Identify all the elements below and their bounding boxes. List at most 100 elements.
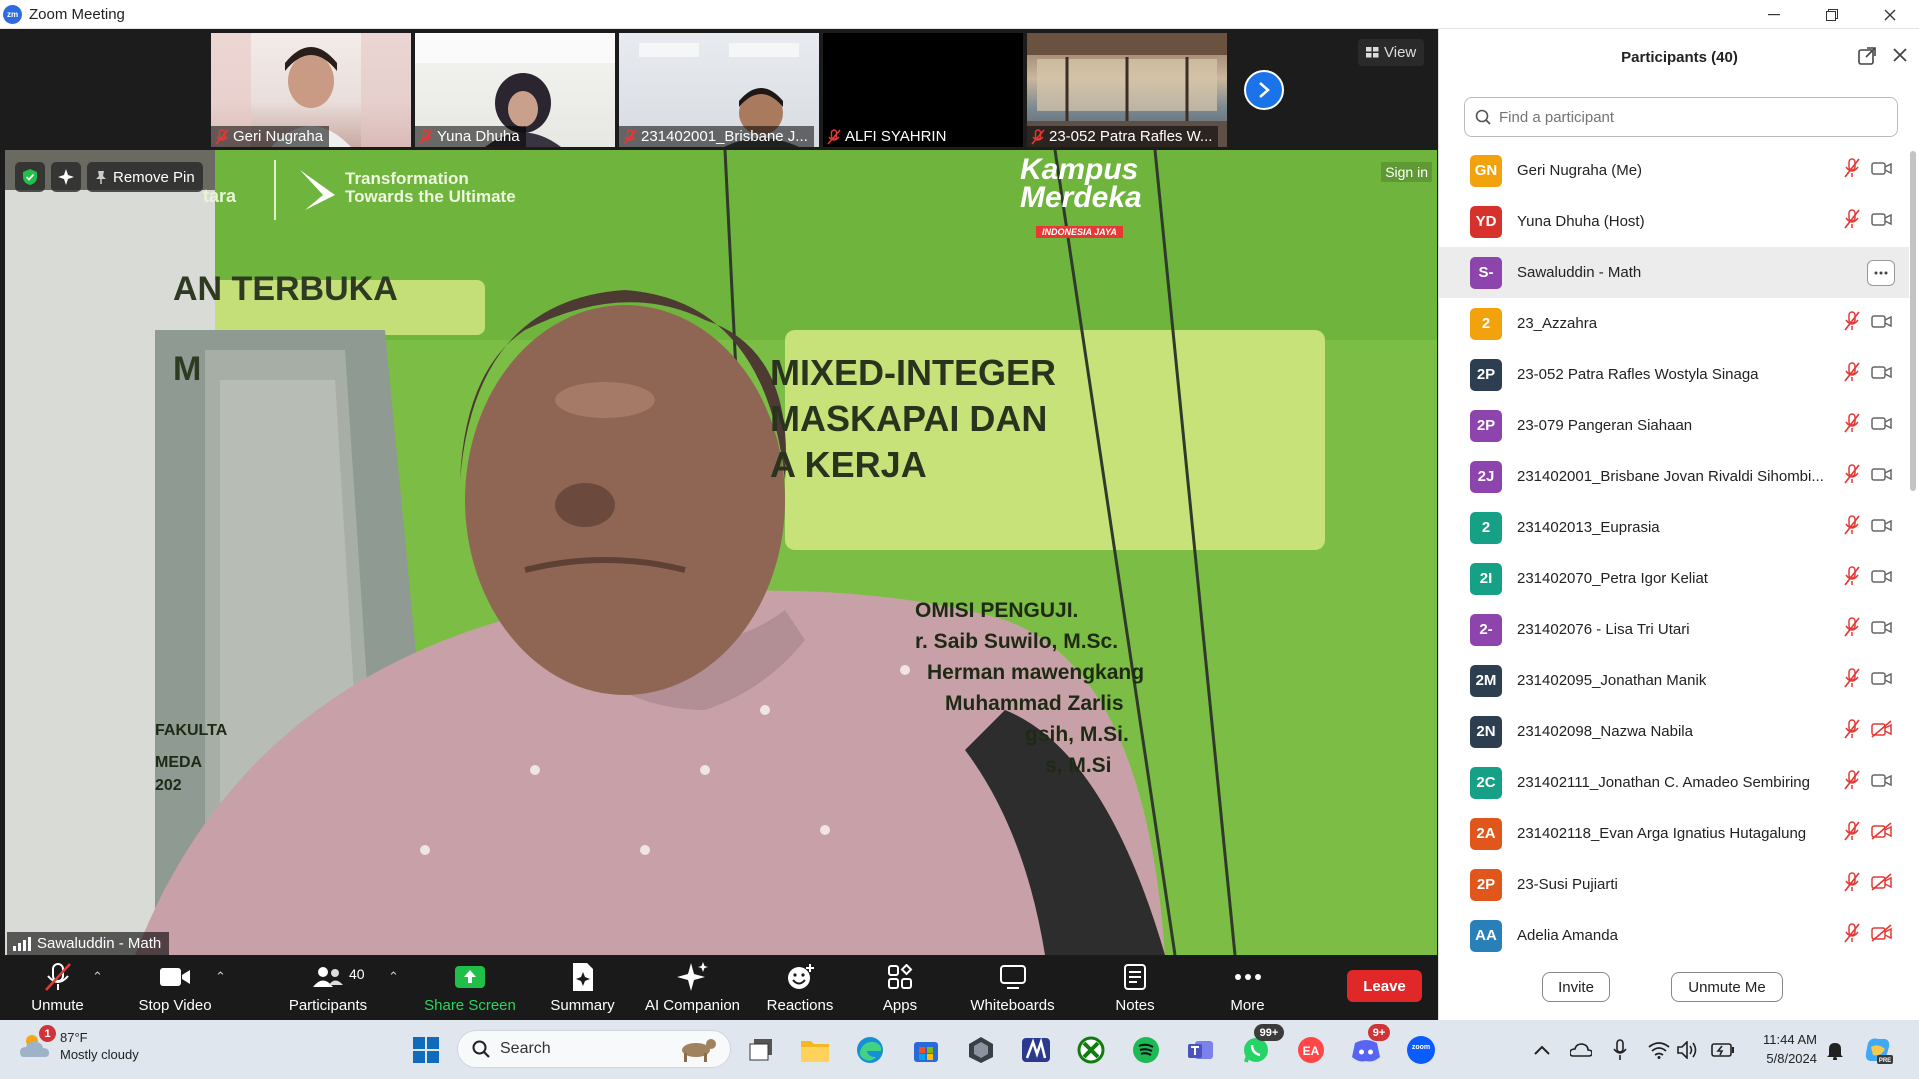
close-icon[interactable] xyxy=(1892,47,1908,70)
participant-more-button[interactable] xyxy=(1867,259,1895,286)
unmute-options-caret[interactable]: ⌃ xyxy=(92,969,103,985)
ai-sparkle-icon[interactable] xyxy=(51,162,81,192)
participant-row[interactable]: S- Sawaluddin - Math xyxy=(1439,247,1909,298)
participant-row[interactable]: 2A 231402118_Evan Arga Ignatius Hutagalun… xyxy=(1439,808,1909,859)
video-off-icon[interactable] xyxy=(1871,822,1893,845)
battery-charging-icon[interactable] xyxy=(1705,1032,1741,1068)
main-speaker-video[interactable]: tara Transformation Towards the Ultimate… xyxy=(5,150,1437,955)
video-camera-icon[interactable] xyxy=(1871,771,1893,794)
minimize-icon[interactable] xyxy=(1745,0,1803,29)
unmute-button[interactable]: Unmute xyxy=(20,955,95,1020)
participant-row[interactable]: 2P 23-079 Pangeran Siahaan xyxy=(1439,400,1909,451)
microsoft-store-icon[interactable] xyxy=(908,1032,944,1068)
summary-button[interactable]: Summary xyxy=(540,955,625,1020)
participant-row[interactable]: 2 23_Azzahra xyxy=(1439,298,1909,349)
participant-row[interactable]: 2M 231402095_Jonathan Manik xyxy=(1439,655,1909,706)
mic-muted-icon[interactable] xyxy=(1843,872,1861,897)
video-camera-icon[interactable] xyxy=(1871,414,1893,437)
video-off-icon[interactable] xyxy=(1871,720,1893,743)
discord-icon[interactable]: 9+ xyxy=(1348,1024,1390,1068)
xbox-icon[interactable] xyxy=(1073,1032,1109,1068)
taskbar-search[interactable]: Search xyxy=(457,1030,731,1068)
leave-button[interactable]: Leave xyxy=(1347,970,1422,1002)
remove-pin-button[interactable]: Remove Pin xyxy=(87,162,203,192)
mic-muted-icon[interactable] xyxy=(1843,719,1861,744)
participant-row[interactable]: 2J 231402001_Brisbane Jovan Rivaldi Sihom… xyxy=(1439,451,1909,502)
video-off-icon[interactable] xyxy=(1871,873,1893,896)
video-camera-icon[interactable] xyxy=(1871,516,1893,539)
participant-row[interactable]: AA Adelia Amanda xyxy=(1439,910,1909,961)
more-button[interactable]: More xyxy=(1210,955,1285,1020)
whatsapp-icon[interactable]: 99+ xyxy=(1238,1024,1284,1068)
participant-row[interactable]: 2 231402013_Euprasia xyxy=(1439,502,1909,553)
zoom-taskbar-icon[interactable]: zoom xyxy=(1403,1032,1439,1068)
onedrive-cloud-icon[interactable] xyxy=(1563,1032,1599,1068)
mic-muted-icon[interactable] xyxy=(1843,617,1861,642)
mic-muted-icon[interactable] xyxy=(1843,770,1861,795)
notification-bell-icon[interactable] xyxy=(1817,1032,1853,1068)
participant-row[interactable]: 2P 23-Susi Pujiarti xyxy=(1439,859,1909,910)
mic-muted-icon[interactable] xyxy=(1843,413,1861,438)
app-hexagon-icon[interactable] xyxy=(963,1032,999,1068)
stop-video-button[interactable]: Stop Video xyxy=(130,955,220,1020)
whiteboards-button[interactable]: Whiteboards xyxy=(960,955,1065,1020)
task-view-icon[interactable] xyxy=(743,1032,779,1068)
video-camera-icon[interactable] xyxy=(1871,567,1893,590)
video-camera-icon[interactable] xyxy=(1871,669,1893,692)
video-camera-icon[interactable] xyxy=(1871,159,1893,182)
apps-button[interactable]: Apps xyxy=(865,955,935,1020)
participant-row[interactable]: 2I 231402070_Petra Igor Keliat xyxy=(1439,553,1909,604)
participant-search-input[interactable] xyxy=(1499,108,1879,126)
spotify-icon[interactable] xyxy=(1128,1032,1164,1068)
view-button[interactable]: View xyxy=(1358,39,1425,66)
mic-muted-icon[interactable] xyxy=(1843,668,1861,693)
teams-icon[interactable] xyxy=(1183,1032,1219,1068)
mic-muted-icon[interactable] xyxy=(1843,821,1861,846)
mic-muted-icon[interactable] xyxy=(1843,923,1861,948)
video-thumbnail[interactable]: 23-052 Patra Rafles W... xyxy=(1027,33,1227,147)
video-thumbnail[interactable]: Geri Nugraha xyxy=(211,33,411,147)
participant-search[interactable] xyxy=(1464,97,1898,137)
close-icon[interactable] xyxy=(1861,0,1919,29)
reactions-button[interactable]: Reactions xyxy=(760,955,840,1020)
participant-row[interactable]: 2N 231402098_Nazwa Nabila xyxy=(1439,706,1909,757)
video-camera-icon[interactable] xyxy=(1871,210,1893,233)
pop-out-icon[interactable] xyxy=(1858,47,1876,70)
participants-options-caret[interactable]: ⌃ xyxy=(388,969,399,985)
weather-widget[interactable]: 1 87°F Mostly cloudy xyxy=(18,1025,139,1063)
copilot-icon[interactable]: PRE xyxy=(1860,1032,1896,1068)
edge-browser-icon[interactable] xyxy=(852,1032,888,1068)
system-clock[interactable]: 11:44 AM 5/8/2024 xyxy=(1752,1030,1817,1068)
participants-button[interactable]: Participants xyxy=(280,955,376,1020)
invite-button[interactable]: Invite xyxy=(1542,972,1610,1002)
participant-row[interactable]: 2P 23-052 Patra Rafles Wostyla Sinaga xyxy=(1439,349,1909,400)
participants-scrollbar[interactable] xyxy=(1910,151,1916,491)
next-page-button[interactable] xyxy=(1244,70,1284,110)
mic-muted-icon[interactable] xyxy=(1843,566,1861,591)
share-screen-button[interactable]: Share Screen xyxy=(420,955,520,1020)
encryption-shield-icon[interactable] xyxy=(15,162,45,192)
video-thumbnail[interactable]: ALFI SYAHRIN xyxy=(823,33,1023,147)
maximize-icon[interactable] xyxy=(1803,0,1861,29)
video-thumbnail[interactable]: Yuna Dhuha xyxy=(415,33,615,147)
ai-companion-button[interactable]: AI Companion xyxy=(640,955,745,1020)
mic-muted-icon[interactable] xyxy=(1843,209,1861,234)
video-camera-icon[interactable] xyxy=(1871,465,1893,488)
windows-start-icon[interactable] xyxy=(408,1032,444,1068)
mic-muted-icon[interactable] xyxy=(1843,464,1861,489)
mic-muted-icon[interactable] xyxy=(1843,515,1861,540)
file-explorer-icon[interactable] xyxy=(797,1032,833,1068)
video-camera-icon[interactable] xyxy=(1871,363,1893,386)
microphone-icon[interactable] xyxy=(1602,1032,1638,1068)
chevron-up-icon[interactable] xyxy=(1524,1032,1560,1068)
mic-muted-icon[interactable] xyxy=(1843,311,1861,336)
participant-row[interactable]: 2- 231402076 - Lisa Tri Utari xyxy=(1439,604,1909,655)
participant-row[interactable]: GN Geri Nugraha (Me) xyxy=(1439,145,1909,196)
video-options-caret[interactable]: ⌃ xyxy=(215,969,226,985)
ea-app-icon[interactable]: EA xyxy=(1293,1032,1329,1068)
participant-row[interactable]: YD Yuna Dhuha (Host) xyxy=(1439,196,1909,247)
speaker-volume-icon[interactable] xyxy=(1670,1032,1706,1068)
video-off-icon[interactable] xyxy=(1871,924,1893,947)
math-app-icon[interactable] xyxy=(1018,1032,1054,1068)
mic-muted-icon[interactable] xyxy=(1843,362,1861,387)
